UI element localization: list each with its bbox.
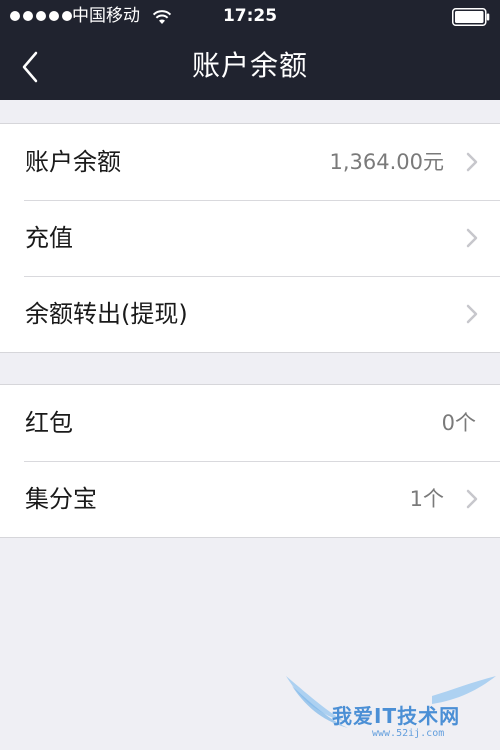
rewards-group: 红包 0个 集分宝 1个	[0, 384, 500, 538]
chevron-right-icon	[466, 304, 478, 324]
row-label: 充值	[25, 224, 73, 252]
chevron-right-icon	[466, 489, 478, 509]
list-item-withdraw[interactable]: 余额转出(提现)	[0, 276, 500, 352]
battery-icon	[452, 8, 490, 26]
list-item-jifenbao[interactable]: 集分宝 1个	[0, 461, 500, 537]
list-item-account-balance[interactable]: 账户余额 1,364.00元	[0, 124, 500, 200]
row-label: 账户余额	[25, 148, 121, 176]
row-label: 红包	[25, 409, 73, 437]
status-bar: 中国移动 17:25	[0, 0, 500, 34]
chevron-right-icon	[466, 228, 478, 248]
row-label: 集分宝	[25, 485, 97, 513]
list-item-recharge[interactable]: 充值	[0, 200, 500, 276]
navigation-bar: 账户余额	[0, 34, 500, 100]
balance-group: 账户余额 1,364.00元 充值 余额转出(提现)	[0, 123, 500, 353]
watermark: 我爱IT技术网 www.52ij.com	[282, 672, 500, 750]
chevron-right-icon	[466, 152, 478, 172]
page-title: 账户余额	[191, 49, 308, 82]
row-value: 1,364.00元	[329, 150, 444, 174]
row-value: 0个	[441, 411, 476, 435]
row-value: 1个	[409, 487, 444, 511]
list-item-red-packet[interactable]: 红包 0个	[0, 385, 500, 461]
row-label: 余额转出(提现)	[25, 300, 188, 328]
watermark-text: 我爱IT技术网	[332, 704, 461, 728]
watermark-url: www.52ij.com	[372, 728, 445, 739]
top-bar: 中国移动 17:25 账户余额	[0, 0, 500, 100]
status-time: 17:25	[222, 6, 278, 26]
